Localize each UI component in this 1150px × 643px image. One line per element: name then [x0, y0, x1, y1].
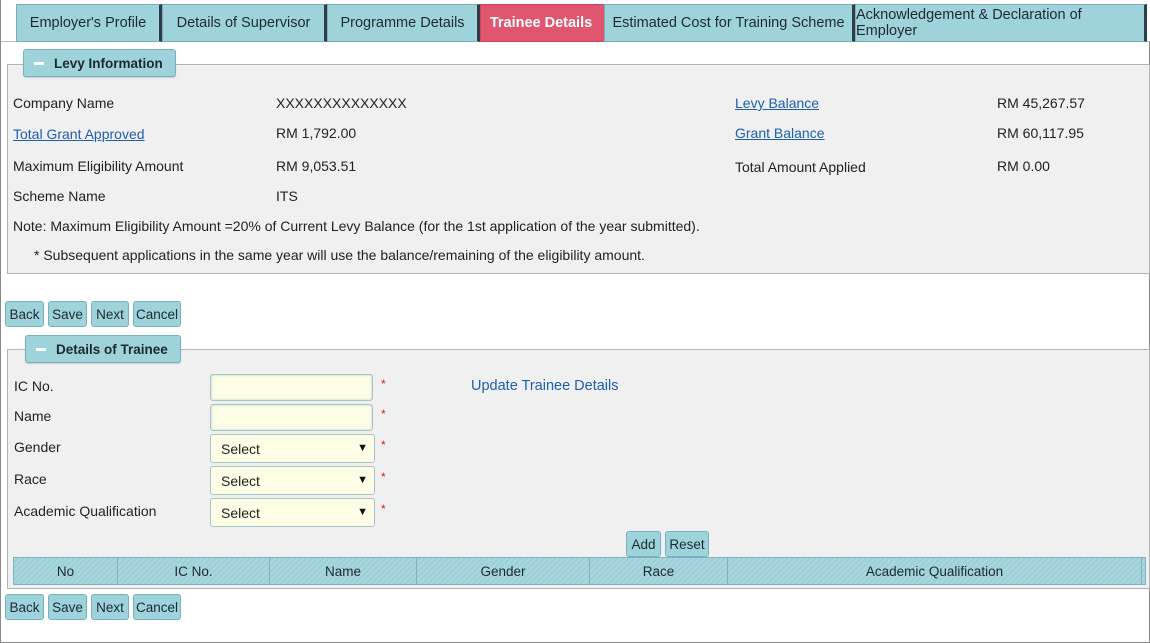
scheme-name-label: Scheme Name	[13, 188, 106, 204]
ic-no-label: IC No.	[14, 378, 54, 394]
name-input[interactable]	[210, 404, 373, 431]
levy-information-legend: Levy Information	[54, 55, 163, 71]
collapse-icon	[34, 61, 44, 65]
trainee-table-header: No IC No. Name Gender Race Academic Qual…	[13, 557, 1146, 585]
details-of-trainee-toggle[interactable]: Details of Trainee	[25, 335, 181, 363]
total-amount-applied-label: Total Amount Applied	[735, 159, 866, 175]
application-frame: Employer's Profile Details of Supervisor…	[0, 0, 1150, 643]
max-eligibility-value: RM 9,053.51	[276, 158, 357, 174]
levy-information-toggle[interactable]: Levy Information	[23, 49, 176, 77]
academic-qualification-label: Academic Qualification	[14, 503, 157, 519]
total-grant-approved-value: RM 1,792.00	[276, 125, 357, 141]
gender-select[interactable]: Select ▼	[210, 434, 375, 463]
reset-button[interactable]: Reset	[665, 531, 709, 557]
company-name-value: XXXXXXXXXXXXXX	[276, 95, 407, 111]
column-header-name: Name	[270, 558, 417, 584]
max-eligibility-label: Maximum Eligibility Amount	[13, 158, 184, 174]
collapse-icon	[36, 347, 46, 351]
column-header-race: Race	[590, 558, 728, 584]
tab-programme-details[interactable]: Programme Details	[327, 4, 480, 42]
grant-balance-value: RM 60,117.95	[997, 125, 1084, 141]
dropdown-arrow-icon: ▼	[357, 442, 368, 454]
back-button[interactable]: Back	[5, 301, 44, 327]
gender-label: Gender	[14, 439, 61, 455]
required-marker: *	[381, 438, 386, 452]
gender-selected-value: Select	[221, 440, 260, 457]
required-marker: *	[381, 470, 386, 484]
company-name-label: Company Name	[13, 95, 115, 111]
academic-qualification-select[interactable]: Select ▼	[210, 498, 375, 527]
tab-employers-profile[interactable]: Employer's Profile	[16, 4, 162, 42]
dropdown-arrow-icon: ▼	[357, 474, 368, 486]
total-amount-applied-value: RM 0.00	[997, 158, 1050, 174]
add-button[interactable]: Add	[626, 531, 661, 557]
column-header-no: No	[14, 558, 118, 584]
levy-balance-value: RM 45,267.57	[997, 95, 1085, 111]
save-button-bottom[interactable]: Save	[48, 594, 87, 620]
required-marker: *	[381, 407, 386, 421]
save-button[interactable]: Save	[48, 301, 87, 327]
race-select[interactable]: Select ▼	[210, 466, 375, 495]
column-header-gender: Gender	[417, 558, 590, 584]
tab-details-of-supervisor[interactable]: Details of Supervisor	[162, 4, 327, 42]
next-button-bottom[interactable]: Next	[91, 594, 129, 620]
dropdown-arrow-icon: ▼	[357, 506, 368, 518]
cancel-button-bottom[interactable]: Cancel	[133, 594, 181, 620]
tab-bar: Employer's Profile Details of Supervisor…	[1, 0, 1150, 42]
cancel-button[interactable]: Cancel	[133, 301, 181, 327]
race-label: Race	[14, 471, 47, 487]
required-marker: *	[381, 377, 386, 391]
name-label: Name	[14, 408, 52, 424]
column-header-academic-qualification: Academic Qualification	[728, 558, 1142, 584]
required-marker: *	[381, 502, 386, 516]
eligibility-note: Note: Maximum Eligibility Amount =20% of…	[13, 218, 700, 234]
ic-no-input[interactable]	[210, 374, 373, 401]
update-trainee-details-link[interactable]: Update Trainee Details	[471, 378, 619, 394]
details-of-trainee-legend: Details of Trainee	[56, 341, 168, 357]
tab-acknowledgement-declaration[interactable]: Acknowledgement & Declaration of Employe…	[855, 4, 1147, 42]
back-button-bottom[interactable]: Back	[5, 594, 44, 620]
column-header-ic-no: IC No.	[118, 558, 270, 584]
race-selected-value: Select	[221, 472, 260, 489]
total-grant-approved-link[interactable]: Total Grant Approved	[13, 126, 145, 142]
levy-balance-link[interactable]: Levy Balance	[735, 95, 819, 111]
grant-balance-link[interactable]: Grant Balance	[735, 125, 825, 141]
tab-trainee-details[interactable]: Trainee Details	[480, 4, 604, 42]
next-button[interactable]: Next	[91, 301, 129, 327]
subsequent-application-note: * Subsequent applications in the same ye…	[34, 247, 645, 263]
tab-estimated-cost[interactable]: Estimated Cost for Training Scheme	[604, 4, 855, 42]
scheme-name-value: ITS	[276, 188, 298, 204]
academic-qualification-selected-value: Select	[221, 504, 260, 521]
